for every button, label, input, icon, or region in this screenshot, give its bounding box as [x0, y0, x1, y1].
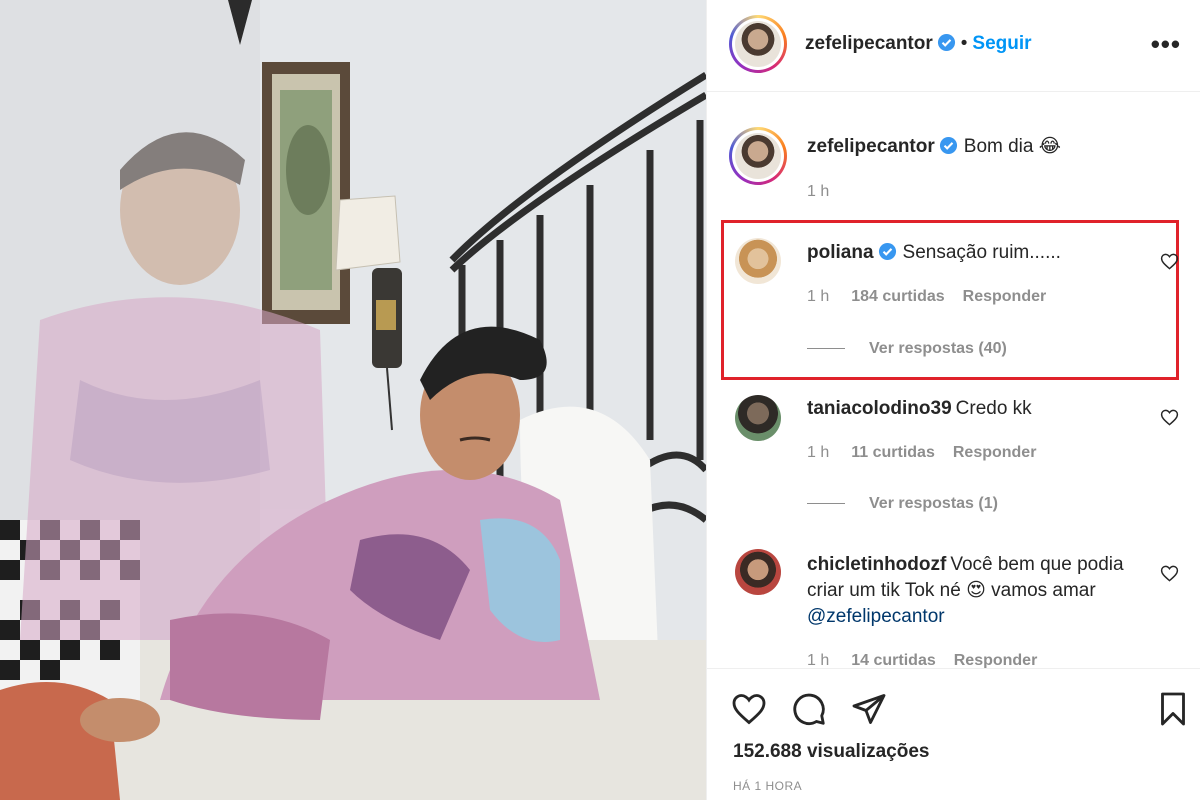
comment: poliana Sensação ruim...... — [807, 240, 1141, 266]
comment-icon[interactable] — [791, 691, 827, 727]
bookmark-icon[interactable] — [1155, 691, 1191, 727]
comment: chicletinhodozf Você bem que podia criar … — [807, 552, 1143, 630]
reply-button[interactable]: Responder — [953, 444, 1037, 461]
comment-meta: 1 h 11 curtidas Responder — [807, 444, 1054, 462]
view-replies-button[interactable]: Ver respostas (1) — [807, 495, 998, 513]
comment-meta: 1 h 184 curtidas Responder — [807, 288, 1064, 306]
post-media-video[interactable] — [0, 0, 706, 800]
share-icon[interactable] — [851, 691, 887, 727]
comment-username[interactable]: taniacolodino39 — [807, 398, 952, 419]
separator-dot: • — [960, 33, 968, 54]
comment-likes[interactable]: 11 curtidas — [851, 444, 935, 461]
more-options-icon[interactable]: ••• — [1151, 31, 1181, 57]
comment-meta: 1 h 14 curtidas Responder — [807, 652, 1055, 668]
heart-icon[interactable] — [731, 691, 767, 727]
header-author-line: zefelipecantor • Seguir — [805, 33, 1032, 55]
comment-likes[interactable]: 184 curtidas — [851, 288, 944, 305]
follow-button[interactable]: Seguir — [972, 33, 1031, 54]
post-header: zefelipecantor • Seguir ••• — [707, 0, 1200, 92]
comment-likes[interactable]: 14 curtidas — [851, 652, 935, 668]
comment-avatar[interactable] — [735, 238, 781, 284]
comment-time[interactable]: 1 h — [807, 652, 829, 668]
caption-meta: 1 h — [807, 183, 851, 201]
verified-badge-icon — [937, 33, 955, 52]
caption-text: Bom dia 😂 — [963, 136, 1061, 157]
views-count[interactable]: 152.688 visualizações — [733, 741, 929, 763]
author-avatar[interactable] — [729, 15, 787, 73]
comments-list[interactable]: zefelipecantor Bom dia 😂 1 h poliana Sensa… — [707, 93, 1200, 668]
post-details-panel: zefelipecantor • Seguir ••• zefelipecantor… — [706, 0, 1200, 800]
comment-avatar[interactable] — [735, 395, 781, 441]
verified-badge-icon — [939, 136, 957, 155]
post-actions: 152.688 visualizações HÁ 1 HORA — [707, 668, 1200, 800]
like-comment-heart-icon[interactable] — [1160, 408, 1179, 427]
reply-button[interactable]: Responder — [963, 288, 1047, 305]
caption-username[interactable]: zefelipecantor — [807, 136, 935, 157]
caption: zefelipecantor Bom dia 😂 — [807, 134, 1141, 160]
comment: taniacolodino39 Credo kk — [807, 396, 1141, 422]
comment-username[interactable]: chicletinhodozf — [807, 554, 946, 575]
view-replies-label: Ver respostas (40) — [869, 340, 1007, 357]
author-username[interactable]: zefelipecantor — [805, 33, 933, 54]
comment-time[interactable]: 1 h — [807, 444, 829, 461]
view-replies-button[interactable]: Ver respostas (40) — [807, 340, 1007, 358]
comment-time[interactable]: 1 h — [807, 288, 829, 305]
verified-badge-icon — [878, 242, 896, 261]
comment-username[interactable]: poliana — [807, 242, 874, 263]
replies-divider — [807, 348, 845, 350]
like-comment-heart-icon[interactable] — [1160, 564, 1179, 583]
reply-button[interactable]: Responder — [954, 652, 1038, 668]
replies-divider — [807, 503, 845, 505]
caption-time[interactable]: 1 h — [807, 183, 829, 200]
like-comment-heart-icon[interactable] — [1160, 252, 1179, 271]
comment-text: Sensação ruim...... — [902, 242, 1061, 263]
caption-avatar[interactable] — [729, 127, 787, 185]
post-timestamp[interactable]: HÁ 1 HORA — [733, 779, 802, 793]
comment-mention-link[interactable]: @zefelipecantor — [807, 606, 945, 627]
comment-avatar[interactable] — [735, 549, 781, 595]
wall-picture — [262, 62, 350, 324]
video-frame — [0, 0, 706, 800]
view-replies-label: Ver respostas (1) — [869, 495, 998, 512]
comment-text: Credo kk — [955, 398, 1032, 419]
